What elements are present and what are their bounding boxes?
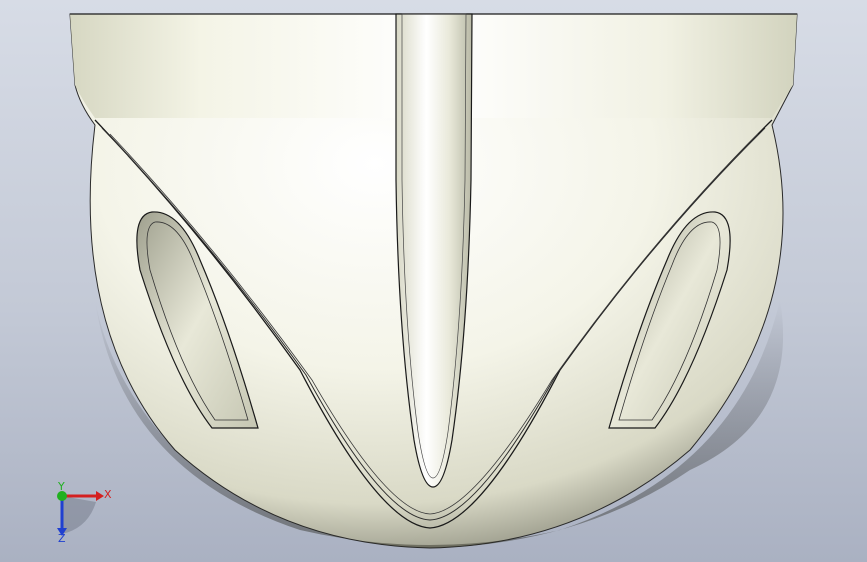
y-axis-label: Y — [57, 480, 65, 493]
z-axis-label: Z — [58, 532, 66, 545]
graphics-viewport[interactable]: X Z Y — [0, 0, 867, 562]
x-axis-arrow-head — [96, 491, 104, 501]
x-axis-label: X — [104, 488, 112, 501]
view-orientation-triad: X Z Y — [57, 480, 112, 545]
model-body[interactable] — [69, 13, 798, 549]
triad-shadow — [62, 496, 96, 534]
